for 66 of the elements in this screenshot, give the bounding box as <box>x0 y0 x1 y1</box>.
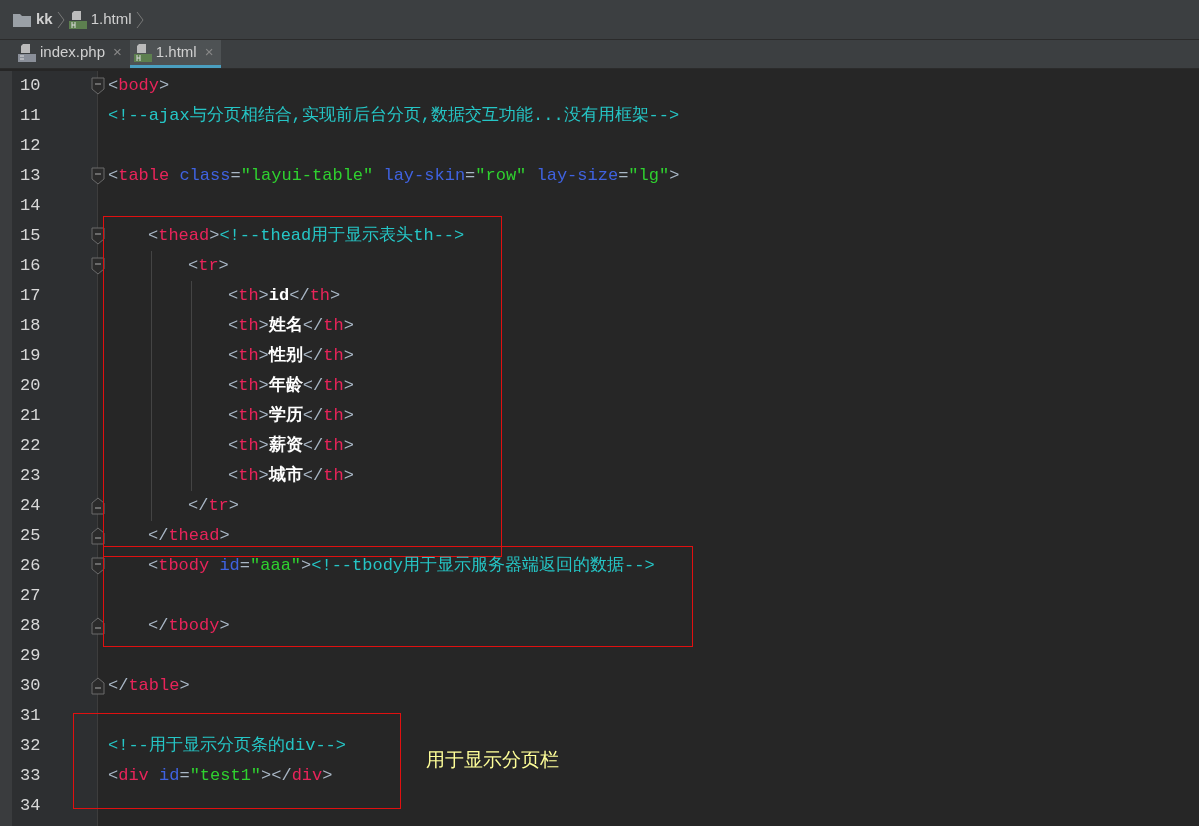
breadcrumb-item[interactable]: 1.html <box>90 8 132 31</box>
code-line: <th>姓名</th> <box>228 315 354 338</box>
line-number: 11 <box>19 105 42 128</box>
line-number: 28 <box>19 615 42 638</box>
line-number: 18 <box>19 315 42 338</box>
fold-icon[interactable] <box>91 557 105 575</box>
file-icon <box>133 42 152 63</box>
chevron-icon <box>135 10 144 29</box>
unfold-icon[interactable] <box>91 617 105 635</box>
line-number: 21 <box>19 405 42 428</box>
fold-icon[interactable] <box>91 257 105 275</box>
line-number: 15 <box>19 225 42 248</box>
line-number: 19 <box>19 345 42 368</box>
line-number: 25 <box>19 525 42 548</box>
chevron-icon <box>56 10 65 29</box>
line-number: 33 <box>19 765 42 788</box>
code-line: <th>性别</th> <box>228 345 354 368</box>
code-line: </tbody> <box>148 615 230 638</box>
fold-icon[interactable] <box>91 167 105 185</box>
line-number: 12 <box>19 135 42 158</box>
line-number: 34 <box>19 795 42 818</box>
line-number: 30 <box>19 675 42 698</box>
tab-label: index.php <box>40 42 106 63</box>
unfold-icon[interactable] <box>91 497 105 515</box>
code-line: <tbody id="aaa"><!--tbody用于显示服务器端返回的数据--> <box>148 555 655 578</box>
code-line: </tr> <box>188 495 239 518</box>
line-number: 24 <box>19 495 42 518</box>
line-number: 13 <box>19 165 42 188</box>
fold-icon[interactable] <box>91 77 105 95</box>
code-line: <tr> <box>188 255 229 278</box>
code-line: <th>城市</th> <box>228 464 354 488</box>
editor-tab[interactable]: 1.html × <box>129 40 222 68</box>
code-line: <!--用于显示分页条的div--> <box>108 735 347 758</box>
line-number: 14 <box>19 195 42 218</box>
line-number: 31 <box>19 705 42 728</box>
code-line: <th>id</th> <box>228 285 341 308</box>
line-number: 17 <box>19 285 42 308</box>
line-number: 26 <box>19 555 42 578</box>
unfold-icon[interactable] <box>91 527 105 545</box>
file-icon <box>68 9 87 30</box>
tab-label: 1.html <box>155 42 197 63</box>
code-line: </table> <box>108 675 190 698</box>
line-number: 29 <box>19 645 42 668</box>
unfold-icon[interactable] <box>91 677 105 695</box>
line-number: 16 <box>19 255 42 278</box>
code-line: </thead> <box>148 525 230 548</box>
code-line: <th>年龄</th> <box>228 375 354 398</box>
line-number: 10 <box>19 75 42 98</box>
code-line: <th>薪资</th> <box>228 434 354 458</box>
editor-tab[interactable]: index.php × <box>14 40 130 68</box>
code-line: <thead><!--thead用于显示表头th--> <box>148 225 465 248</box>
line-number: 20 <box>19 375 42 398</box>
code-line: <th>学历</th> <box>228 405 354 428</box>
line-number: 23 <box>19 465 42 488</box>
line-number: 32 <box>19 735 42 758</box>
code-line: <table class="layui-table" lay-skin="row" lay-size="lg"> <box>108 165 680 188</box>
fold-icon[interactable] <box>91 227 105 245</box>
annotation-note: 用于显示分页栏 <box>426 747 560 772</box>
breadcrumb-item[interactable]: kk <box>36 8 53 31</box>
file-icon <box>18 42 36 63</box>
folder-icon <box>12 11 32 28</box>
code-line: <!--ajax与分页相结合,实现前后台分页,数据交互功能...没有用框架--> <box>108 104 680 128</box>
line-number: 27 <box>19 585 42 608</box>
code-line: <body> <box>108 75 170 98</box>
line-number: 22 <box>19 435 42 458</box>
code-line: <div id="test1"></div> <box>108 765 333 788</box>
